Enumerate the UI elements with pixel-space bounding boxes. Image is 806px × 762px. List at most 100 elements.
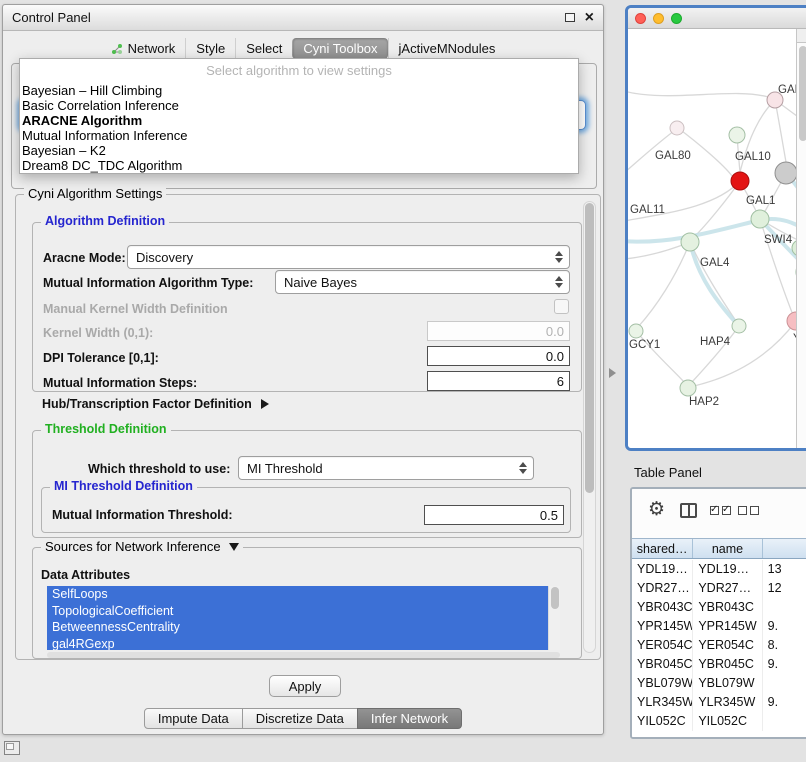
network-node[interactable] — [680, 380, 696, 396]
panel-splitter-arrow[interactable] — [609, 368, 616, 378]
mi-algorithm-type-label: Mutual Information Algorithm Type: — [43, 276, 253, 290]
table-cell — [763, 712, 806, 731]
attribute-item[interactable]: BetweennessCentrality — [47, 619, 548, 636]
table-cell: 9. — [763, 655, 806, 674]
tab-impute-data[interactable]: Impute Data — [144, 708, 243, 729]
tab-select[interactable]: Select — [235, 38, 292, 59]
network-node[interactable] — [670, 121, 684, 135]
table-cell: YDR27… — [693, 579, 762, 598]
expand-arrow-icon — [229, 543, 239, 551]
control-panel-window: Control Panel × NetworkStyleSelectCyni T… — [2, 4, 604, 735]
columns-icon[interactable] — [680, 503, 697, 518]
network-node[interactable] — [629, 324, 643, 338]
which-threshold-value: MI Threshold — [247, 461, 323, 476]
scroll-up-button[interactable] — [797, 29, 806, 43]
table-row[interactable]: YBL079WYBL079W — [632, 674, 806, 693]
table-cell — [763, 674, 806, 693]
network-graph[interactable]: GALGAL80GAL10GAL11GAL1SWI4GAL4GCY1HAP4YH… — [628, 29, 796, 448]
table-cell: 8. — [763, 636, 806, 655]
attribute-item[interactable]: gal4RGexp — [47, 636, 548, 651]
table-cell — [763, 598, 806, 617]
algorithm-option[interactable]: Bayesian – Hill Climbing — [20, 83, 578, 98]
network-edge[interactable] — [638, 242, 690, 327]
table-row[interactable]: YDR27…YDR27…12 — [632, 579, 806, 598]
network-edge[interactable] — [690, 242, 736, 321]
node-label: GAL11 — [630, 204, 665, 216]
gear-icon[interactable]: ⚙ — [648, 500, 665, 519]
mi-algorithm-type-select[interactable]: Naive Bayes — [275, 270, 570, 294]
table-row[interactable]: YER054CYER054C8. — [632, 636, 806, 655]
attribute-list-scrollbar[interactable] — [548, 586, 560, 650]
kernel-width-input[interactable] — [427, 321, 570, 341]
network-node[interactable] — [751, 210, 769, 228]
table-row[interactable]: YLR345WYLR345W9. — [632, 693, 806, 712]
network-window-titlebar[interactable] — [628, 8, 806, 29]
attribute-list-hscrollbar[interactable] — [47, 652, 560, 658]
network-node[interactable] — [681, 233, 699, 251]
network-node[interactable] — [787, 312, 796, 330]
zoom-traffic-light-icon[interactable] — [671, 13, 682, 24]
algorithm-option[interactable]: Bayesian – K2 — [20, 143, 578, 158]
select-all-checkboxes-icon[interactable] — [710, 506, 731, 515]
network-node[interactable] — [731, 172, 749, 190]
tab-style[interactable]: Style — [185, 38, 235, 59]
table-cell: YIL052C — [693, 712, 762, 731]
attribute-item[interactable]: SelfLoops — [47, 586, 548, 603]
algorithm-option[interactable]: ARACNE Algorithm — [20, 113, 578, 128]
float-window-icon[interactable] — [565, 13, 575, 22]
table-cell: 13 — [763, 560, 806, 579]
table-row[interactable]: YPR145WYPR145W9. — [632, 617, 806, 636]
close-icon[interactable]: × — [585, 10, 594, 26]
network-canvas[interactable]: GALGAL80GAL10GAL11GAL1SWI4GAL4GCY1HAP4YH… — [628, 29, 806, 448]
threshold-definition-group: Threshold Definition Which threshold to … — [32, 430, 582, 538]
network-edge[interactable] — [694, 321, 796, 386]
attribute-item[interactable]: TopologicalCoefficient — [47, 603, 548, 620]
mi-steps-input[interactable] — [427, 371, 570, 391]
table-row[interactable]: YIL052CYIL052C — [632, 712, 806, 731]
table-row[interactable]: YBR045CYBR045C9. — [632, 655, 806, 674]
collapse-arrow-icon — [261, 399, 269, 409]
table-row[interactable]: YBR043CYBR043C — [632, 598, 806, 617]
attribute-list[interactable]: SelfLoopsTopologicalCoefficientBetweenne… — [47, 586, 560, 650]
network-node[interactable] — [775, 162, 796, 184]
tab-jactivemnodules[interactable]: jActiveMNodules — [388, 38, 506, 59]
algorithm-option[interactable]: Basic Correlation Inference — [20, 98, 578, 113]
sources-section-toggle[interactable]: Sources for Network Inference — [41, 539, 243, 554]
kernel-width-label: Kernel Width (0,1): — [43, 326, 153, 340]
mi-threshold-input[interactable] — [424, 505, 564, 525]
close-traffic-light-icon[interactable] — [635, 13, 646, 24]
column-header[interactable]: name — [693, 539, 762, 558]
data-attributes-label: Data Attributes — [41, 568, 130, 582]
tab-discretize-data[interactable]: Discretize Data — [242, 708, 358, 729]
network-edge[interactable] — [775, 100, 786, 162]
settings-scrollbar[interactable] — [583, 201, 596, 653]
apply-button[interactable]: Apply — [269, 675, 341, 697]
table-body: YDL19…YDL19…13YDR27…YDR27…12YBR043CYBR04… — [632, 560, 806, 737]
control-panel-titlebar[interactable]: Control Panel × — [3, 5, 603, 31]
minimized-panel-icon[interactable] — [4, 741, 20, 755]
network-node[interactable] — [732, 319, 746, 333]
manual-kernel-width-checkbox[interactable] — [554, 299, 569, 314]
aracne-mode-select[interactable]: Discovery — [127, 245, 570, 269]
network-scrollbar[interactable] — [796, 29, 806, 448]
network-edge[interactable] — [628, 242, 690, 259]
which-threshold-select[interactable]: MI Threshold — [238, 456, 534, 480]
table-row[interactable]: YDL19…YDL19…13 — [632, 560, 806, 579]
network-edge[interactable] — [628, 91, 768, 97]
dpi-tolerance-input[interactable] — [427, 346, 570, 366]
tab-network[interactable]: Network — [101, 38, 186, 59]
column-header[interactable] — [763, 539, 806, 558]
network-node[interactable] — [729, 127, 745, 143]
table-cell: 9. — [763, 617, 806, 636]
deselect-all-checkboxes-icon[interactable] — [738, 506, 759, 515]
algorithm-option[interactable]: Dream8 DC_TDC Algorithm — [20, 158, 578, 173]
table-cell: YBL079W — [632, 674, 693, 693]
column-header[interactable]: shared… — [632, 539, 693, 558]
hub-section-toggle[interactable]: Hub/Transcription Factor Definition — [42, 397, 269, 411]
tab-infer-network[interactable]: Infer Network — [357, 708, 462, 729]
table-cell: YLR345W — [693, 693, 762, 712]
tab-cyni-toolbox[interactable]: Cyni Toolbox — [292, 38, 387, 59]
algorithm-option[interactable]: Mutual Information Inference — [20, 128, 578, 143]
minimize-traffic-light-icon[interactable] — [653, 13, 664, 24]
scrollbar-thumb[interactable] — [799, 46, 806, 141]
